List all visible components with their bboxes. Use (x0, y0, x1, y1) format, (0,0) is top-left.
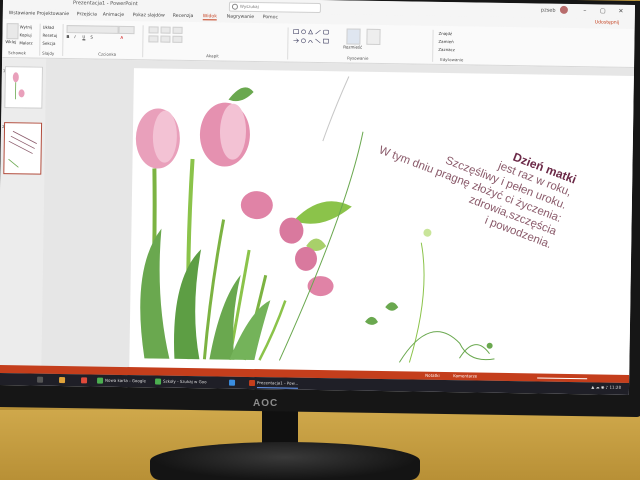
shapes-gallery-icon[interactable] (292, 29, 340, 48)
group-label-akapit: Akapit (206, 53, 219, 59)
explorer-icon[interactable] (59, 376, 66, 384)
group-label-schowek: Schowek (8, 50, 27, 56)
user-name[interactable]: pzseb (541, 8, 556, 14)
system-tray[interactable]: ▲ ☁ ◉ ♪ 11:28 (591, 384, 621, 389)
group-label-rysowanie: Rysowanie (347, 55, 369, 61)
group-label-edytowanie: Edytowanie (440, 56, 464, 63)
monitor-brand-logo: AOC (253, 398, 279, 409)
slide-thumbnail-pane: 1 2 (0, 58, 47, 375)
bold-icon[interactable]: B (66, 34, 69, 39)
ribbon-divider (432, 29, 434, 62)
tab-animacje[interactable]: Animacje (103, 13, 124, 18)
ribbon-divider (62, 23, 64, 57)
align-right-icon[interactable] (172, 35, 183, 43)
user-avatar[interactable] (559, 5, 569, 14)
zoom-slider[interactable] (537, 377, 588, 380)
ribbon-divider (287, 27, 289, 60)
slide-thumbnail-2[interactable] (3, 122, 43, 175)
tab-wstawianie[interactable]: Wstawianie (9, 11, 35, 16)
select-button[interactable]: Zaznacz (438, 47, 455, 52)
copy-button[interactable]: Kopiuj (19, 32, 31, 37)
chrome-icon[interactable] (155, 378, 162, 385)
minimize-icon[interactable]: – (581, 7, 589, 14)
strikethrough-icon[interactable]: S (90, 34, 93, 39)
maximize-icon[interactable]: ▢ (599, 7, 607, 14)
numbering-icon[interactable] (160, 26, 171, 34)
tab-nagrywanie[interactable]: Nagrywanie (227, 15, 254, 20)
search-taskbar-icon[interactable] (37, 376, 44, 383)
align-left-icon[interactable] (148, 35, 159, 43)
align-center-icon[interactable] (160, 35, 171, 43)
replace-button[interactable]: Zamień (438, 39, 453, 44)
font-size-dropdown[interactable] (118, 25, 135, 35)
monitor-screen: Prezentacja1 - PowerPoint Wyszukaj pzseb… (0, 0, 636, 395)
taskbar-item-chrome-1[interactable]: Nowa karta - Google (105, 377, 146, 386)
font-color-icon[interactable]: A (120, 35, 123, 40)
office-icon[interactable] (81, 377, 88, 384)
format-painter-button[interactable]: Malarz (19, 40, 32, 45)
tab-projektowanie[interactable]: Projektowanie (37, 12, 69, 18)
ribbon-divider (142, 25, 144, 58)
monitor-stand-base (150, 442, 420, 480)
powerpoint-icon[interactable] (248, 379, 256, 387)
layout-button[interactable]: Układ (43, 25, 54, 30)
tulip-thumbnail-icon (12, 72, 25, 100)
tab-pomoc[interactable]: Pomoc (263, 15, 278, 20)
arrange-icon[interactable] (346, 28, 361, 45)
indent-icon[interactable] (172, 26, 183, 34)
ribbon-divider (39, 23, 41, 56)
bullets-icon[interactable] (148, 26, 159, 34)
find-button[interactable]: Znajdź (439, 31, 453, 36)
tab-widok[interactable]: Widok (202, 14, 217, 21)
share-button[interactable]: Udostępnij (595, 20, 620, 25)
paste-icon[interactable] (6, 23, 19, 40)
italic-icon[interactable]: I (74, 34, 75, 39)
cut-button[interactable]: Wytnij (20, 24, 33, 29)
tab-pokaz-slajdow[interactable]: Pokaz slajdów (133, 13, 165, 19)
search-box[interactable]: Wyszukaj (228, 1, 322, 14)
chrome-icon[interactable] (97, 377, 104, 384)
reset-button[interactable]: Resetuj (42, 33, 57, 38)
taskbar-item-chrome-2[interactable]: Szkoły - Szukaj w Goo (163, 378, 207, 387)
poem-thumbnail-icon (8, 130, 37, 168)
comments-button[interactable]: Komentarze (453, 373, 477, 378)
notes-button[interactable]: Notatki (425, 373, 440, 378)
search-placeholder: Wyszukaj (239, 3, 259, 10)
close-icon[interactable]: ✕ (617, 8, 625, 15)
paste-button[interactable]: Wklej (5, 39, 16, 44)
section-button[interactable]: Sekcja (42, 41, 55, 46)
font-name-dropdown[interactable] (66, 25, 119, 34)
current-slide[interactable]: Dzień matki jest raz w roku, Szczęśliwy … (129, 68, 634, 376)
search-icon (231, 3, 238, 10)
window-title: Prezentacja1 - PowerPoint (72, 0, 138, 8)
tab-przejscia[interactable]: Przejścia (77, 12, 97, 17)
group-label-czcionka: Czcionka (98, 51, 117, 57)
tab-recenzja[interactable]: Recenzja (173, 14, 194, 19)
slide-thumbnail-1[interactable] (4, 66, 43, 109)
quick-styles-icon[interactable] (366, 28, 381, 45)
arrange-button[interactable]: Rozmieść (343, 44, 362, 49)
underline-icon[interactable]: U (82, 34, 85, 39)
taskbar-item-powerpoint[interactable]: Prezentacja1 - Pow... (256, 379, 299, 389)
group-label-slajdy: Slajdy (42, 50, 55, 56)
slide-editing-canvas: Dzień matki jest raz w roku, Szczęśliwy … (41, 58, 635, 384)
edge-icon[interactable] (228, 379, 236, 386)
